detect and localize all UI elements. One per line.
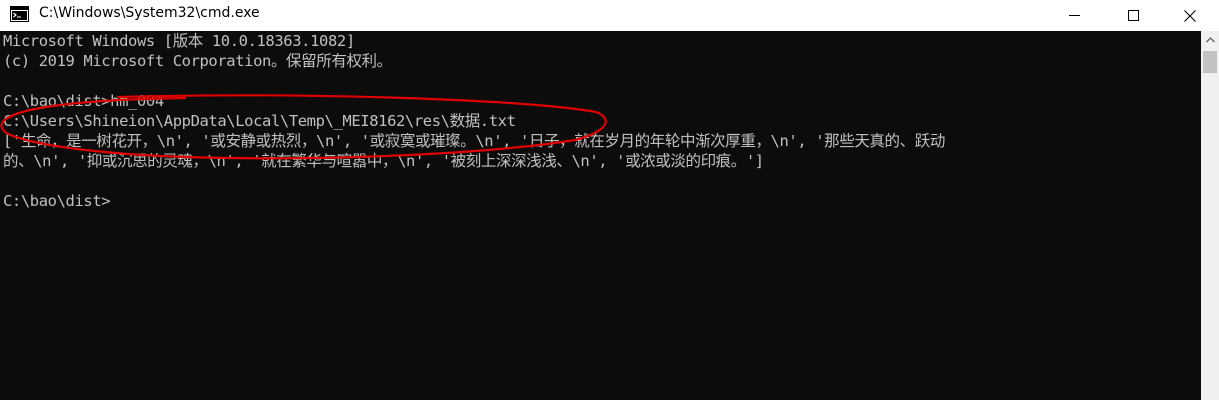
console-line: C:\bao\dist>hm_004 bbox=[3, 92, 164, 110]
chevron-up-icon bbox=[1205, 37, 1215, 43]
console-line: ['生命，是一树花开，\n', '或安静或热烈，\n', '或寂寞或璀璨。\n'… bbox=[3, 132, 945, 150]
window-title: C:\Windows\System32\cmd.exe bbox=[39, 5, 260, 21]
console-line: (c) 2019 Microsoft Corporation。保留所有权利。 bbox=[3, 52, 392, 70]
scroll-thumb[interactable] bbox=[1203, 51, 1217, 73]
maximize-icon bbox=[1127, 10, 1139, 21]
console-line: C:\bao\dist> bbox=[3, 192, 111, 210]
close-button[interactable] bbox=[1161, 0, 1219, 31]
console-line: 的、\n', '抑或沉思的灵魂，\n', '就在繁华与喧嚣中，\n', '被刻上… bbox=[3, 152, 764, 170]
cmd-window: C:\Windows\System32\cmd.exe Microsoft Wi… bbox=[0, 0, 1219, 400]
console-line: C:\Users\Shineion\AppData\Local\Temp\_ME… bbox=[3, 112, 516, 130]
scroll-up-button[interactable] bbox=[1201, 31, 1219, 49]
vertical-scrollbar[interactable] bbox=[1201, 31, 1219, 400]
maximize-button[interactable] bbox=[1104, 0, 1162, 31]
minimize-button[interactable] bbox=[1045, 0, 1103, 31]
console-output[interactable]: Microsoft Windows [版本 10.0.18363.1082] (… bbox=[0, 31, 1201, 400]
close-icon bbox=[1184, 9, 1196, 22]
cmd-app-icon bbox=[10, 6, 29, 22]
minimize-icon bbox=[1068, 15, 1080, 16]
title-bar[interactable]: C:\Windows\System32\cmd.exe bbox=[0, 0, 1219, 31]
console-line: Microsoft Windows [版本 10.0.18363.1082] bbox=[3, 32, 355, 50]
